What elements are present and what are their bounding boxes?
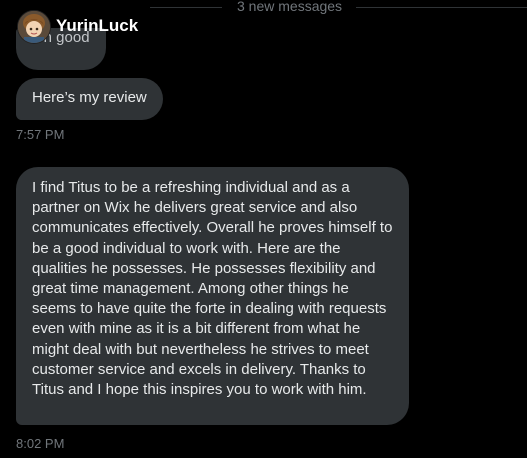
message-bubble-review[interactable]: Here’s my review (16, 78, 163, 120)
message-text: Here’s my review (32, 89, 147, 106)
new-messages-label: 3 new messages (237, 0, 343, 14)
new-messages-divider: 3 new messages (0, 0, 527, 16)
message-timestamp: 8:02 PM (16, 436, 65, 451)
divider-line-left (150, 7, 222, 8)
divider-line-right (356, 7, 527, 8)
message-timestamp: 7:57 PM (16, 127, 65, 142)
message-text: I find Titus to be a refreshing individu… (32, 179, 393, 399)
user-avatar-icon[interactable] (17, 10, 51, 44)
message-bubble-review-text[interactable]: I find Titus to be a refreshing individu… (16, 167, 409, 425)
username[interactable]: YurinLuck (56, 16, 138, 36)
avatar-illustration (18, 11, 50, 43)
